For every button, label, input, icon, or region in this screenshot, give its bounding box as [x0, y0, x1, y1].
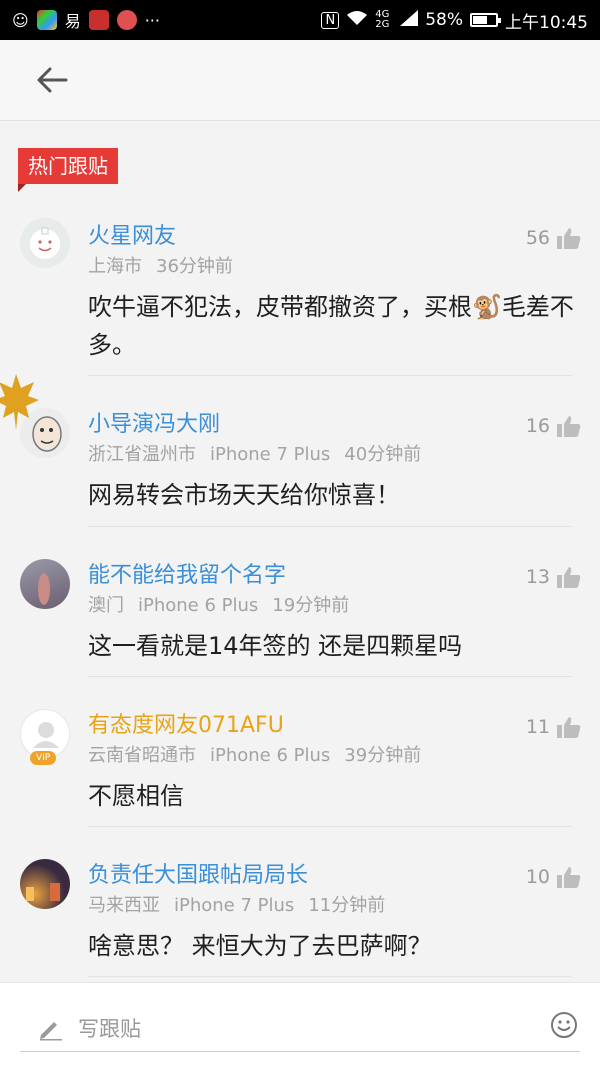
like-count: 13	[525, 566, 550, 588]
thumbs-up-icon	[557, 416, 581, 437]
back-button[interactable]	[30, 60, 74, 100]
comment-meta: 马来西亚 iPhone 7 Plus 11分钟前	[88, 891, 399, 917]
compose-placeholder: 写跟贴	[78, 1017, 141, 1041]
status-app-icon-2	[36, 10, 57, 30]
thumbs-up-icon	[557, 717, 581, 738]
comment-username[interactable]: 火星网友	[88, 218, 176, 250]
comment-time: 39分钟前	[344, 745, 422, 766]
like-button[interactable]: 11	[526, 715, 582, 739]
comment-meta: 浙江省温州市 iPhone 7 Plus 40分钟前	[88, 440, 435, 466]
status-bar: ☺ 易 ··· N 4G 2G 58% 上午10:45	[0, 0, 600, 40]
compose-bar: 写跟贴	[0, 982, 600, 1067]
comment-username[interactable]: 负责任大国跟帖局局长	[88, 857, 308, 889]
comment-time: 19分钟前	[272, 595, 350, 616]
status-app-icon-1: ☺	[12, 10, 29, 30]
comment-text: 不愿相信	[88, 782, 184, 810]
compose-input[interactable]: 写跟贴	[20, 1001, 580, 1052]
like-button[interactable]: 13	[526, 565, 582, 589]
battery-percent: 58%	[425, 10, 463, 30]
like-count: 16	[525, 415, 550, 437]
comment-location: 上海市	[88, 256, 142, 277]
comment-device: iPhone 6 Plus	[138, 595, 259, 616]
signal-icon	[400, 9, 419, 31]
comment-location: 云南省昭通市	[88, 745, 196, 766]
like-button[interactable]: 10	[526, 865, 582, 889]
wifi-icon	[346, 10, 368, 31]
vip-badge: VIP	[30, 751, 57, 765]
status-app-icon-3: 易	[64, 12, 81, 31]
comment-device: iPhone 6 Plus	[210, 745, 331, 766]
comment-meta: 云南省昭通市 iPhone 6 Plus 39分钟前	[88, 741, 435, 767]
like-button[interactable]: 16	[526, 414, 582, 438]
divider	[88, 826, 572, 827]
divider	[88, 676, 572, 677]
hot-comments-tag: 热门跟贴	[18, 148, 118, 192]
divider	[88, 375, 572, 376]
comment-username[interactable]: 有态度网友071AFU	[88, 707, 284, 739]
clock: 上午10:45	[505, 12, 588, 33]
comment-username[interactable]: 能不能给我留个名字	[88, 557, 286, 589]
avatar[interactable]	[20, 559, 70, 609]
maple-leaf-icon	[0, 374, 39, 430]
comment-device: iPhone 7 Plus	[210, 444, 331, 465]
comment-text: 啥意思？ 来恒大为了去巴萨啊？	[88, 932, 432, 960]
top-nav-bar	[0, 40, 600, 121]
back-arrow-icon	[37, 67, 68, 93]
comment-location: 澳门	[88, 595, 124, 616]
divider	[88, 976, 572, 977]
pencil-icon	[40, 1022, 62, 1041]
comment-meta: 上海市 36分钟前	[88, 252, 247, 278]
comment-time: 40分钟前	[344, 444, 422, 465]
avatar[interactable]	[20, 218, 70, 268]
thumbs-up-icon	[557, 567, 581, 588]
status-app-icon-5	[116, 10, 137, 30]
battery-icon	[470, 13, 501, 27]
like-count: 11	[525, 716, 550, 738]
comment-text: 这一看就是14年签的 还是四颗星吗	[88, 632, 463, 660]
comment-text: 网易转会市场天天给你惊喜！	[88, 481, 400, 509]
comment-device: iPhone 7 Plus	[174, 895, 295, 916]
like-count: 10	[525, 866, 550, 888]
status-more-icon: ···	[144, 10, 160, 30]
comment-username[interactable]: 小导演冯大刚	[88, 406, 220, 438]
divider	[88, 526, 572, 527]
comment-time: 11分钟前	[308, 895, 386, 916]
comment-time: 36分钟前	[156, 256, 233, 277]
thumbs-up-icon	[557, 867, 581, 888]
avatar[interactable]	[20, 859, 70, 909]
network-label: 4G 2G	[375, 9, 390, 30]
like-count: 56	[525, 227, 550, 249]
comment-meta: 澳门 iPhone 6 Plus 19分钟前	[88, 591, 363, 617]
comment-location: 马来西亚	[88, 895, 160, 916]
comment-location: 浙江省温州市	[88, 444, 196, 465]
comment-text: 吹牛逼不犯法，皮带都撤资了，买根🐒毛差不多。	[88, 293, 574, 359]
thumbs-up-icon	[557, 228, 581, 249]
like-button[interactable]: 56	[526, 226, 582, 250]
status-app-icon-4	[88, 10, 109, 30]
emoji-icon[interactable]	[550, 1011, 578, 1039]
nfc-icon: N	[321, 11, 340, 29]
